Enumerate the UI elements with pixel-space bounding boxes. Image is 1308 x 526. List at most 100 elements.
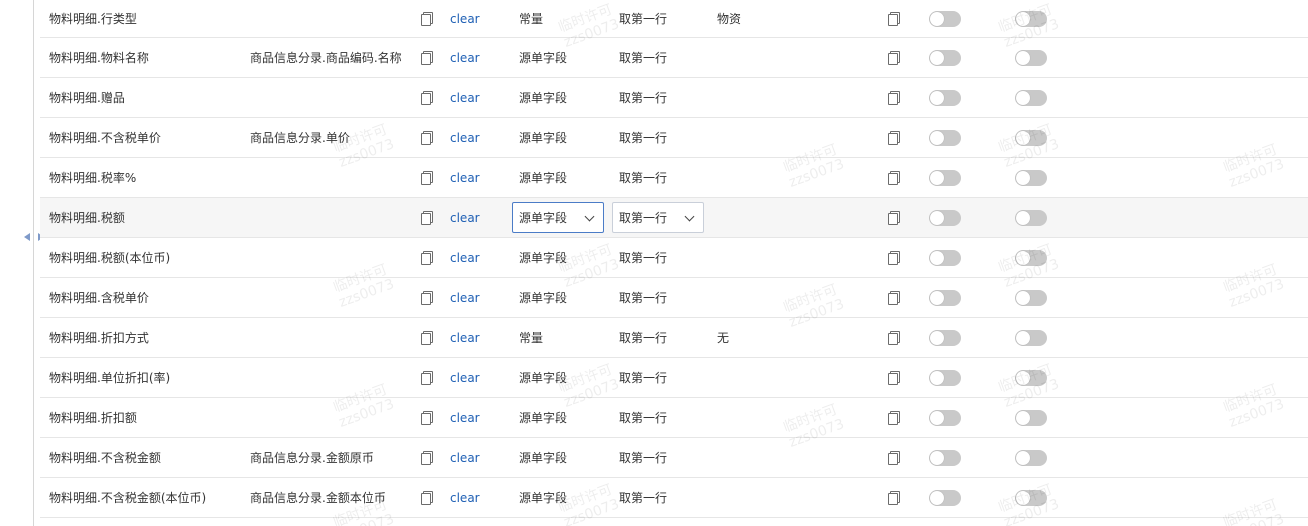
take-mode[interactable]: 取第一行 <box>619 278 709 317</box>
value-type[interactable]: 常量 <box>519 0 609 37</box>
toggle-switch[interactable] <box>1015 278 1049 317</box>
take-mode[interactable]: 取第一行 <box>619 478 709 517</box>
source-field-name[interactable] <box>250 78 410 117</box>
copy-icon[interactable] <box>419 278 435 317</box>
value-type-select[interactable]: 源单字段 <box>512 202 604 233</box>
clear-link[interactable]: clear <box>450 278 490 317</box>
constant-value[interactable] <box>717 238 867 277</box>
clear-link[interactable]: clear <box>450 38 490 77</box>
table-row[interactable]: 物料明细.行类型 clear 常量 取第一行 物资 <box>40 0 1308 38</box>
copy-icon[interactable] <box>886 318 902 357</box>
source-field-name[interactable] <box>250 0 410 37</box>
take-mode[interactable]: 取第一行 <box>619 158 709 197</box>
constant-value[interactable] <box>717 198 867 237</box>
table-row[interactable]: 物料明细.不含税金额(本位币) 商品信息分录.金额本位币 clear 源单字段 取第一行 <box>40 478 1308 518</box>
toggle-switch[interactable] <box>929 438 963 477</box>
value-type[interactable]: 常量 <box>519 318 609 357</box>
copy-icon[interactable] <box>886 398 902 437</box>
toggle-switch[interactable] <box>929 78 963 117</box>
toggle-switch[interactable] <box>1015 158 1049 197</box>
toggle-switch[interactable] <box>1015 198 1049 237</box>
value-type[interactable]: 源单字段 <box>519 78 609 117</box>
table-row[interactable]: 物料明细.物料名称 商品信息分录.商品编码.名称 clear 源单字段 取第一行 <box>40 38 1308 78</box>
constant-value[interactable] <box>717 398 867 437</box>
value-type[interactable]: 源单字段 <box>519 398 609 437</box>
clear-link[interactable]: clear <box>450 318 490 357</box>
source-field-name[interactable] <box>250 278 410 317</box>
value-type[interactable]: 源单字段 <box>519 358 609 397</box>
copy-icon[interactable] <box>419 318 435 357</box>
take-mode[interactable]: 取第一行 <box>619 118 709 157</box>
copy-icon[interactable] <box>419 438 435 477</box>
source-field-name[interactable]: 商品信息分录.单价 <box>250 118 410 157</box>
constant-value[interactable] <box>717 158 867 197</box>
toggle-switch[interactable] <box>929 118 963 157</box>
clear-link[interactable]: clear <box>450 198 490 237</box>
copy-icon[interactable] <box>886 0 902 37</box>
toggle-switch[interactable] <box>929 398 963 437</box>
toggle-switch[interactable] <box>1015 438 1049 477</box>
value-type[interactable]: 源单字段 <box>519 438 609 477</box>
clear-link[interactable]: clear <box>450 118 490 157</box>
take-mode[interactable]: 取第一行 <box>619 438 709 477</box>
clear-link[interactable]: clear <box>450 0 490 37</box>
take-mode[interactable]: 取第一行 <box>619 78 709 117</box>
table-row[interactable]: 物料明细.税额(本位币) clear 源单字段 取第一行 <box>40 238 1308 278</box>
source-field-name[interactable] <box>250 198 410 237</box>
take-mode[interactable]: 取第一行 <box>619 318 709 357</box>
toggle-switch[interactable] <box>929 238 963 277</box>
table-row[interactable]: 物料明细.折扣方式 clear 常量 取第一行无 <box>40 318 1308 358</box>
source-field-name[interactable]: 商品信息分录.金额原币 <box>250 438 410 477</box>
constant-value[interactable]: 无 <box>717 318 867 357</box>
toggle-switch[interactable] <box>929 478 963 517</box>
take-mode[interactable]: 取第一行 <box>619 38 709 77</box>
constant-value[interactable] <box>717 78 867 117</box>
toggle-switch[interactable] <box>929 0 963 37</box>
copy-icon[interactable] <box>419 198 435 237</box>
constant-value[interactable] <box>717 278 867 317</box>
copy-icon[interactable] <box>886 38 902 77</box>
copy-icon[interactable] <box>419 78 435 117</box>
table-row[interactable]: 物料明细.赠品 clear 源单字段 取第一行 <box>40 78 1308 118</box>
toggle-switch[interactable] <box>1015 318 1049 357</box>
copy-icon[interactable] <box>419 398 435 437</box>
clear-link[interactable]: clear <box>450 398 490 437</box>
toggle-switch[interactable] <box>929 198 963 237</box>
copy-icon[interactable] <box>419 38 435 77</box>
table-row[interactable]: 物料明细.折扣额 clear 源单字段 取第一行 <box>40 398 1308 438</box>
toggle-switch[interactable] <box>1015 78 1049 117</box>
take-mode[interactable]: 取第一行 <box>619 0 709 37</box>
source-field-name[interactable] <box>250 358 410 397</box>
constant-value[interactable] <box>717 478 867 517</box>
clear-link[interactable]: clear <box>450 358 490 397</box>
copy-icon[interactable] <box>886 238 902 277</box>
collapse-left-icon[interactable] <box>24 233 30 241</box>
value-type[interactable]: 源单字段 <box>519 238 609 277</box>
clear-link[interactable]: clear <box>450 478 490 517</box>
toggle-switch[interactable] <box>1015 38 1049 77</box>
toggle-switch[interactable] <box>929 38 963 77</box>
toggle-switch[interactable] <box>929 358 963 397</box>
value-type[interactable]: 源单字段 <box>519 158 609 197</box>
value-type[interactable]: 源单字段 <box>519 38 609 77</box>
toggle-switch[interactable] <box>1015 0 1049 37</box>
copy-icon[interactable] <box>886 158 902 197</box>
constant-value[interactable]: 物资 <box>717 0 867 37</box>
copy-icon[interactable] <box>419 478 435 517</box>
take-mode-select[interactable]: 取第一行 <box>612 202 704 233</box>
source-field-name[interactable] <box>250 238 410 277</box>
copy-icon[interactable] <box>419 238 435 277</box>
toggle-switch[interactable] <box>1015 118 1049 157</box>
copy-icon[interactable] <box>886 438 902 477</box>
clear-link[interactable]: clear <box>450 438 490 477</box>
table-row[interactable]: 物料明细.不含税金额 商品信息分录.金额原币 clear 源单字段 取第一行 <box>40 438 1308 478</box>
copy-icon[interactable] <box>419 0 435 37</box>
take-mode[interactable]: 取第一行 <box>619 398 709 437</box>
copy-icon[interactable] <box>886 78 902 117</box>
source-field-name[interactable] <box>250 398 410 437</box>
toggle-switch[interactable] <box>1015 478 1049 517</box>
clear-link[interactable]: clear <box>450 78 490 117</box>
toggle-switch[interactable] <box>929 158 963 197</box>
table-row[interactable]: 物料明细.不含税单价 商品信息分录.单价 clear 源单字段 取第一行 <box>40 118 1308 158</box>
copy-icon[interactable] <box>886 198 902 237</box>
